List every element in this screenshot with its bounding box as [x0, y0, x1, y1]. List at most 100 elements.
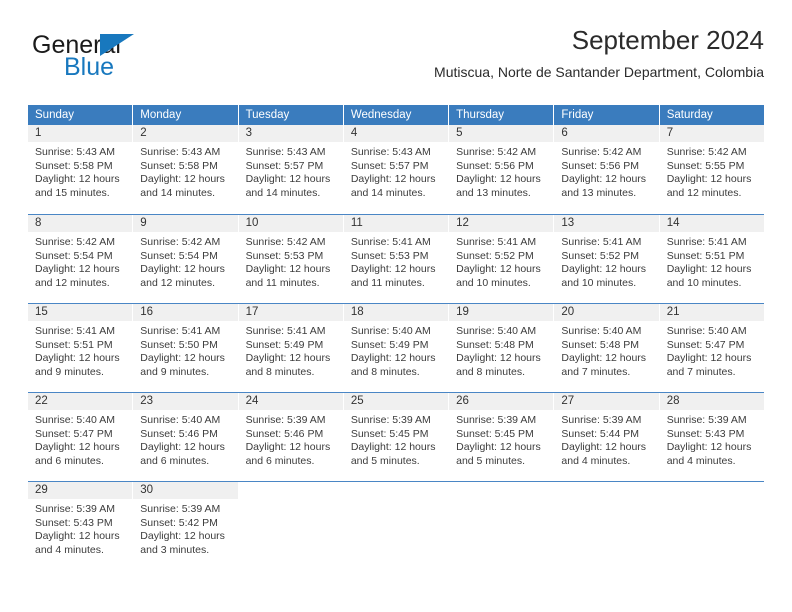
calendar-day-cell-empty [554, 482, 659, 570]
sunrise-text: Sunrise: 5:43 AM [35, 146, 115, 158]
day-number [449, 482, 554, 499]
weekday-header-saturday: Saturday [659, 105, 764, 125]
sunset-text: Sunset: 5:52 PM [561, 249, 640, 262]
calendar-day-cell[interactable]: 8 Sunrise: 5:42 AM Sunset: 5:54 PM Daylight… [28, 215, 133, 303]
calendar-day-cell[interactable]: 6 Sunrise: 5:42 AM Sunset: 5:56 PM Daylight… [554, 125, 659, 214]
day-number: 21 [659, 304, 764, 321]
daylight-text: Daylight: 12 hours [35, 441, 120, 453]
daylight-text: Daylight: 12 hours [140, 352, 225, 364]
sunrise-text: Sunrise: 5:42 AM [456, 146, 537, 158]
day-detail-lines: Sunrise: 5:39 AM Sunset: 5:46 PM Daylight:… [239, 410, 343, 468]
calendar-day-cell[interactable]: 15 Sunrise: 5:41 AM Sunset: 5:51 PM Dayligh… [28, 304, 133, 392]
daylight-text: Daylight: 12 hours [666, 441, 752, 453]
calendar-day-cell[interactable]: 1 Sunrise: 5:43 AM Sunset: 5:58 PM Daylight… [28, 125, 133, 214]
calendar-week-row: 15 Sunrise: 5:41 AM Sunset: 5:51 PM Dayligh… [28, 303, 764, 392]
sunrise-text: Sunrise: 5:41 AM [456, 236, 537, 248]
sunset-text: Sunset: 5:56 PM [561, 159, 640, 172]
calendar-day-cell[interactable]: 14 Sunrise: 5:41 AM Sunset: 5:51 PM Dayligh… [659, 215, 764, 303]
day-detail-lines: Sunrise: 5:40 AM Sunset: 5:48 PM Daylight:… [554, 321, 658, 379]
calendar-day-cell[interactable]: 25 Sunrise: 5:39 AM Sunset: 5:45 PM Dayligh… [343, 393, 449, 481]
calendar-day-cell[interactable]: 9 Sunrise: 5:42 AM Sunset: 5:54 PM Daylight… [133, 215, 238, 303]
calendar-day-cell[interactable]: 28 Sunrise: 5:39 AM Sunset: 5:43 PM Dayligh… [659, 393, 764, 481]
sunset-text: Sunset: 5:58 PM [35, 159, 113, 172]
sunrise-text: Sunrise: 5:39 AM [456, 414, 537, 426]
sunrise-text: Sunrise: 5:41 AM [140, 325, 221, 337]
sunset-text: Sunset: 5:44 PM [561, 427, 640, 440]
sunrise-text: Sunrise: 5:39 AM [245, 414, 326, 426]
sunset-text: Sunset: 5:46 PM [140, 427, 218, 440]
calendar-day-cell[interactable]: 12 Sunrise: 5:41 AM Sunset: 5:52 PM Dayligh… [449, 215, 554, 303]
sunrise-text: Sunrise: 5:40 AM [35, 414, 115, 426]
calendar-day-cell[interactable]: 2 Sunrise: 5:43 AM Sunset: 5:58 PM Daylight… [133, 125, 238, 214]
calendar-day-cell-empty [449, 482, 554, 570]
page-title: September 2024 [571, 25, 764, 55]
sunset-text: Sunset: 5:46 PM [245, 427, 324, 440]
calendar-day-cell[interactable]: 17 Sunrise: 5:41 AM Sunset: 5:49 PM Dayligh… [238, 304, 343, 392]
day-detail-lines: Sunrise: 5:39 AM Sunset: 5:43 PM Daylight:… [28, 499, 132, 557]
calendar-day-cell[interactable]: 26 Sunrise: 5:39 AM Sunset: 5:45 PM Dayligh… [449, 393, 554, 481]
calendar-day-cell[interactable]: 19 Sunrise: 5:40 AM Sunset: 5:48 PM Dayligh… [449, 304, 554, 392]
sunset-text: Sunset: 5:49 PM [350, 338, 429, 351]
calendar-day-cell[interactable]: 27 Sunrise: 5:39 AM Sunset: 5:44 PM Dayligh… [554, 393, 659, 481]
sunset-text: Sunset: 5:57 PM [350, 159, 429, 172]
sunset-text: Sunset: 5:48 PM [456, 338, 534, 351]
weekday-header-tuesday: Tuesday [238, 105, 343, 125]
day-number: 6 [554, 125, 659, 142]
weekday-header-thursday: Thursday [449, 105, 554, 125]
sunrise-text: Sunrise: 5:41 AM [245, 325, 326, 337]
generalblue-logo[interactable]: General Blue [32, 32, 202, 84]
day-detail-lines: Sunrise: 5:43 AM Sunset: 5:57 PM Daylight:… [344, 142, 448, 200]
calendar-day-cell[interactable]: 21 Sunrise: 5:40 AM Sunset: 5:47 PM Dayligh… [659, 304, 764, 392]
daylight-text: and 7 minutes. [666, 365, 736, 378]
day-number: 2 [133, 125, 238, 142]
sunset-text: Sunset: 5:48 PM [561, 338, 640, 351]
daylight-text: Daylight: 12 hours [35, 263, 120, 275]
daylight-text: Daylight: 12 hours [140, 173, 225, 185]
day-detail-lines: Sunrise: 5:43 AM Sunset: 5:58 PM Daylight:… [28, 142, 132, 200]
daylight-text: and 11 minutes. [245, 276, 320, 289]
calendar-day-cell[interactable]: 30 Sunrise: 5:39 AM Sunset: 5:42 PM Dayligh… [133, 482, 238, 570]
day-detail-lines: Sunrise: 5:39 AM Sunset: 5:42 PM Daylight:… [133, 499, 237, 557]
sunrise-text: Sunrise: 5:40 AM [456, 325, 537, 337]
day-number: 29 [28, 482, 133, 499]
daylight-text: and 14 minutes. [245, 186, 321, 199]
day-number: 14 [659, 215, 764, 232]
calendar-day-cell[interactable]: 4 Sunrise: 5:43 AM Sunset: 5:57 PM Daylight… [343, 125, 449, 214]
day-detail-lines: Sunrise: 5:42 AM Sunset: 5:56 PM Daylight:… [554, 142, 658, 200]
daylight-text: Daylight: 12 hours [245, 173, 331, 185]
calendar-day-cell[interactable]: 18 Sunrise: 5:40 AM Sunset: 5:49 PM Dayligh… [343, 304, 449, 392]
calendar-week-row: 22 Sunrise: 5:40 AM Sunset: 5:47 PM Dayligh… [28, 392, 764, 481]
daylight-text: and 3 minutes. [140, 543, 210, 556]
calendar-day-cell[interactable]: 24 Sunrise: 5:39 AM Sunset: 5:46 PM Dayligh… [238, 393, 343, 481]
calendar-day-cell[interactable]: 11 Sunrise: 5:41 AM Sunset: 5:53 PM Dayligh… [343, 215, 449, 303]
daylight-text: and 10 minutes. [456, 276, 531, 289]
sunrise-text: Sunrise: 5:40 AM [666, 325, 747, 337]
day-number [659, 482, 764, 499]
day-number: 19 [449, 304, 554, 321]
calendar-day-cell[interactable]: 29 Sunrise: 5:39 AM Sunset: 5:43 PM Dayligh… [28, 482, 133, 570]
daylight-text: and 5 minutes. [350, 454, 420, 467]
calendar-day-cell[interactable]: 22 Sunrise: 5:40 AM Sunset: 5:47 PM Dayligh… [28, 393, 133, 481]
daylight-text: and 4 minutes. [666, 454, 736, 467]
calendar-day-cell[interactable]: 13 Sunrise: 5:41 AM Sunset: 5:52 PM Dayligh… [554, 215, 659, 303]
calendar-day-cell[interactable]: 10 Sunrise: 5:42 AM Sunset: 5:53 PM Dayligh… [238, 215, 343, 303]
day-number: 3 [238, 125, 343, 142]
calendar-day-cell[interactable]: 20 Sunrise: 5:40 AM Sunset: 5:48 PM Dayligh… [554, 304, 659, 392]
calendar-day-cell[interactable]: 3 Sunrise: 5:43 AM Sunset: 5:57 PM Daylight… [238, 125, 343, 214]
sunrise-text: Sunrise: 5:42 AM [35, 236, 115, 248]
sunrise-text: Sunrise: 5:39 AM [666, 414, 747, 426]
calendar-day-cell[interactable]: 7 Sunrise: 5:42 AM Sunset: 5:55 PM Daylight… [659, 125, 764, 214]
sunset-text: Sunset: 5:57 PM [245, 159, 324, 172]
day-detail-lines: Sunrise: 5:39 AM Sunset: 5:45 PM Daylight:… [344, 410, 448, 468]
sunrise-text: Sunrise: 5:40 AM [561, 325, 642, 337]
day-detail-lines [660, 499, 764, 503]
day-number: 25 [343, 393, 449, 410]
daylight-text: Daylight: 12 hours [350, 352, 436, 364]
weekday-header-row: Sunday Monday Tuesday Wednesday Thursday Frid… [28, 105, 764, 125]
calendar-day-cell[interactable]: 16 Sunrise: 5:41 AM Sunset: 5:50 PM Dayligh… [133, 304, 238, 392]
calendar-day-cell[interactable]: 23 Sunrise: 5:40 AM Sunset: 5:46 PM Dayligh… [133, 393, 238, 481]
calendar-day-cell[interactable]: 5 Sunrise: 5:42 AM Sunset: 5:56 PM Daylight… [449, 125, 554, 214]
day-number: 20 [554, 304, 659, 321]
daylight-text: and 14 minutes. [140, 186, 215, 199]
day-detail-lines: Sunrise: 5:42 AM Sunset: 5:54 PM Daylight:… [28, 232, 132, 290]
